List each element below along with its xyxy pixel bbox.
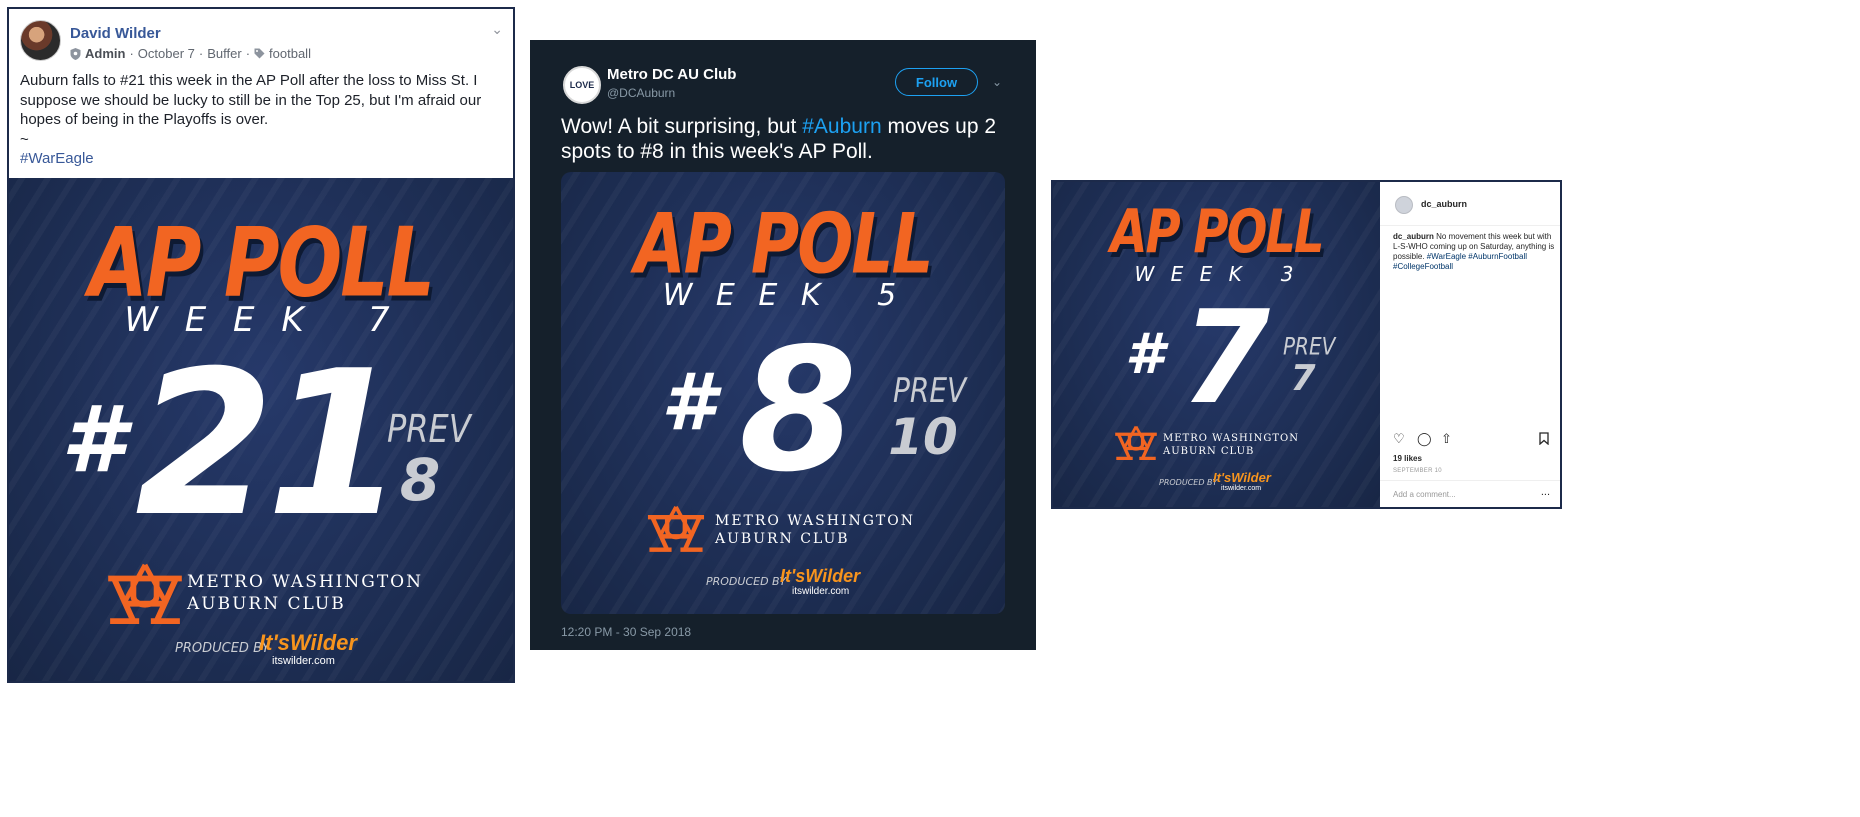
follow-button[interactable]: Follow bbox=[895, 68, 978, 96]
tweet-hashtag[interactable]: #Auburn bbox=[802, 115, 881, 138]
poster-prev: 10 bbox=[888, 408, 958, 466]
post-date[interactable]: October 7 bbox=[138, 46, 195, 61]
ig-comment-box: Add a comment... ... bbox=[1380, 480, 1560, 507]
ap-poll-poster[interactable]: AP POLL W E E K 7 # 21 PREV 8 METRO WASH… bbox=[9, 178, 513, 681]
share-icon[interactable]: ⇧ bbox=[1441, 432, 1452, 446]
post-tilde: ~ bbox=[20, 130, 29, 148]
post-tag[interactable]: football bbox=[269, 46, 311, 61]
account-name[interactable]: Metro DC AU Club bbox=[607, 66, 736, 83]
author-name[interactable]: David Wilder bbox=[70, 25, 161, 42]
ig-header: dc_auburn bbox=[1380, 182, 1560, 226]
post-body: Auburn falls to #21 this week in the AP … bbox=[20, 72, 482, 128]
auburn-au-logo-icon bbox=[1115, 425, 1157, 460]
ig-date: SEPTEMBER 10 bbox=[1393, 468, 1442, 474]
bookmark-icon[interactable] bbox=[1539, 432, 1549, 445]
post-hashtag[interactable]: #WarEagle bbox=[20, 150, 94, 167]
sponsor-url: itswilder.com bbox=[792, 586, 850, 597]
ig-username[interactable]: dc_auburn bbox=[1421, 199, 1467, 209]
poster-rank: 8 bbox=[739, 312, 857, 510]
tag-icon bbox=[254, 48, 265, 59]
sponsor-logo: It'sWilder bbox=[259, 630, 357, 655]
produced-by: PRODUCED BY bbox=[175, 641, 270, 656]
poster-prev-label: PREV bbox=[387, 406, 471, 452]
more-options-icon[interactable]: ... bbox=[1541, 486, 1550, 498]
sponsor-logo: It'sWilder bbox=[780, 566, 861, 586]
tweet-options-chevron-icon[interactable]: ⌄ bbox=[992, 75, 1002, 89]
ig-avatar[interactable] bbox=[1395, 196, 1413, 214]
auburn-au-logo-icon bbox=[647, 505, 705, 552]
ig-caption: dc_auburn No movement this week but with… bbox=[1393, 232, 1555, 271]
tweet-timestamp[interactable]: 12:20 PM - 30 Sep 2018 bbox=[561, 625, 691, 639]
poster-week: W E E K 3 bbox=[1134, 262, 1299, 286]
club-name: METRO WASHINGTON AUBURN CLUB bbox=[715, 513, 915, 548]
produced-by: PRODUCED BY bbox=[706, 575, 787, 588]
poster-rank: 7 bbox=[1181, 284, 1270, 433]
poster-prev: 8 bbox=[399, 446, 441, 514]
poster-rank-hash: # bbox=[61, 386, 126, 493]
post-text: Auburn falls to #21 this week in the AP … bbox=[20, 71, 500, 169]
poster-rank-hash: # bbox=[661, 358, 716, 448]
account-handle[interactable]: @DCAuburn bbox=[607, 86, 675, 100]
club-name: METRO WASHINGTON AUBURN CLUB bbox=[187, 572, 423, 615]
post-options-chevron-icon[interactable]: ⌄ bbox=[491, 21, 503, 38]
sponsor-url: itswilder.com bbox=[272, 655, 335, 667]
club-avatar[interactable]: LOVE bbox=[563, 66, 601, 104]
poster-title: AP POLL bbox=[1110, 197, 1324, 267]
produced-by: PRODUCED BY bbox=[1159, 478, 1218, 487]
ig-caption-user[interactable]: dc_auburn bbox=[1393, 232, 1434, 241]
comment-icon[interactable]: ◯ bbox=[1417, 432, 1432, 446]
poster-week: W E E K 5 bbox=[662, 278, 904, 313]
sponsor-logo: It'sWilder bbox=[1213, 470, 1271, 485]
poster-prev: 7 bbox=[1290, 358, 1316, 399]
tweet-text: Wow! A bit surprising, but #Auburn moves… bbox=[561, 115, 997, 163]
instagram-sidebar: dc_auburn dc_auburn No movement this wee… bbox=[1380, 182, 1560, 507]
author-avatar[interactable] bbox=[20, 20, 61, 61]
twitter-post-card: LOVE Metro DC AU Club @DCAuburn Follow ⌄… bbox=[530, 40, 1036, 650]
ig-likes[interactable]: 19 likes bbox=[1393, 454, 1422, 463]
auburn-au-logo-icon bbox=[108, 563, 182, 625]
post-meta: Admin · October 7 · Buffer · football bbox=[70, 46, 311, 61]
poster-rank-hash: # bbox=[1125, 322, 1164, 387]
sponsor-url: itswilder.com bbox=[1221, 485, 1262, 492]
club-name: METRO WASHINGTON AUBURN CLUB bbox=[1163, 433, 1299, 457]
heart-icon[interactable]: ♡ bbox=[1393, 432, 1405, 446]
poster-prev-label: PREV bbox=[1283, 331, 1336, 361]
admin-shield-icon bbox=[70, 47, 81, 60]
ap-poll-poster[interactable]: AP POLL W E E K 3 # 7 PREV 7 METRO WASHI… bbox=[1053, 182, 1380, 507]
instagram-post-card: AP POLL W E E K 3 # 7 PREV 7 METRO WASHI… bbox=[1051, 180, 1562, 509]
poster-prev-label: PREV bbox=[893, 370, 967, 411]
poster-rank: 21 bbox=[135, 328, 405, 561]
post-via[interactable]: Buffer bbox=[207, 46, 241, 61]
admin-label: Admin bbox=[85, 46, 126, 61]
ig-actions: ♡ ◯ ⇧ bbox=[1393, 432, 1553, 448]
facebook-post-card: David Wilder Admin · October 7 · Buffer … bbox=[7, 7, 515, 683]
comment-input[interactable]: Add a comment... bbox=[1393, 490, 1456, 499]
ap-poll-poster[interactable]: AP POLL W E E K 5 # 8 PREV 10 METRO WASH… bbox=[561, 172, 1005, 614]
